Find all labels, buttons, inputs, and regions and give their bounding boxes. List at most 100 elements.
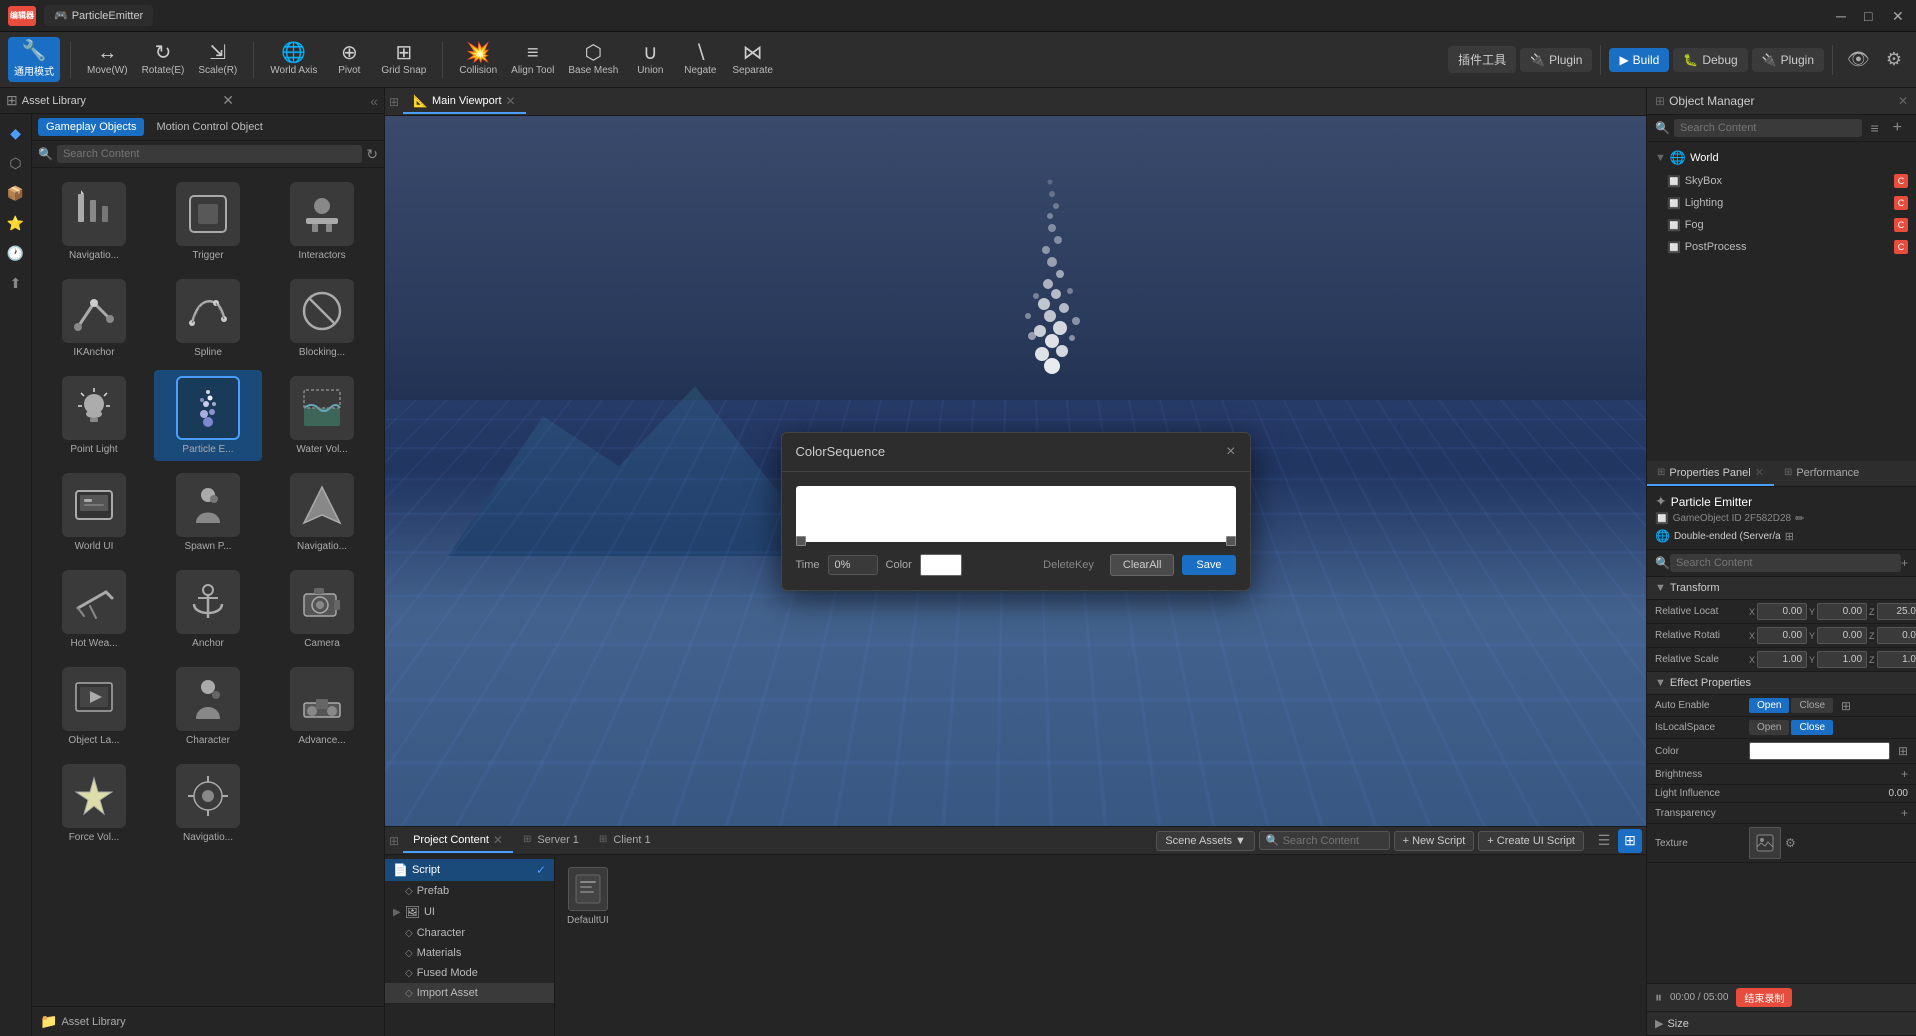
scale-tool[interactable]: ⇲ Scale(R) bbox=[192, 39, 243, 80]
viewport-tab-close[interactable]: ✕ bbox=[506, 94, 516, 108]
tree-character[interactable]: ◇ Character bbox=[385, 923, 554, 943]
world-item-postprocess[interactable]: 🔲 PostProcess C bbox=[1647, 236, 1916, 258]
grid-snap-tool[interactable]: ⊞ Grid Snap bbox=[375, 39, 432, 80]
properties-panel-tab[interactable]: ⊞ Properties Panel ✕ bbox=[1647, 461, 1774, 486]
file-defaultui[interactable]: DefaultUI bbox=[563, 863, 613, 930]
asset-search-input[interactable] bbox=[57, 145, 362, 163]
asset-item-point-light[interactable]: Point Light bbox=[40, 370, 148, 461]
close-btn[interactable]: ✕ bbox=[1892, 8, 1908, 24]
performance-tab[interactable]: ⊞ Performance bbox=[1774, 461, 1869, 486]
color-gradient-bar[interactable] bbox=[796, 486, 1236, 542]
collision-tool[interactable]: 💥 Collision bbox=[453, 39, 503, 80]
settings-btn[interactable]: ⚙ bbox=[1880, 49, 1908, 70]
tree-fused-mode[interactable]: ◇ Fused Mode bbox=[385, 963, 554, 983]
om-search-input[interactable] bbox=[1674, 119, 1863, 137]
clear-all-btn[interactable]: ClearAll bbox=[1110, 554, 1175, 576]
world-axis-tool[interactable]: 🌐 World Axis bbox=[264, 39, 323, 80]
title-tab[interactable]: 🎮 ParticleEmitter bbox=[44, 5, 153, 26]
eye-btn[interactable]: 👁 bbox=[1841, 49, 1876, 70]
add-object-btn[interactable]: + bbox=[1887, 119, 1908, 137]
build-btn[interactable]: ▶ Build bbox=[1609, 48, 1669, 72]
color-prop-swatch[interactable] bbox=[1749, 742, 1890, 760]
asset-item-interactors[interactable]: Interactors bbox=[268, 176, 376, 267]
list-view-btn[interactable]: ☰ bbox=[1592, 829, 1616, 853]
cat-motion-control[interactable]: Motion Control Object bbox=[148, 118, 270, 136]
color-swatch[interactable] bbox=[920, 554, 962, 576]
local-space-open-btn[interactable]: Open bbox=[1749, 720, 1789, 735]
asset-item-object-launcher[interactable]: Object La... bbox=[40, 661, 148, 752]
rl-x-input[interactable] bbox=[1757, 603, 1807, 620]
pivot-tool[interactable]: ⊕ Pivot bbox=[325, 39, 373, 80]
dialog-close-btn[interactable]: × bbox=[1226, 443, 1235, 461]
mode-button[interactable]: 🔧 通用模式 bbox=[8, 37, 60, 82]
maximize-btn[interactable]: □ bbox=[1864, 8, 1880, 24]
world-item-skybox[interactable]: 🔲 SkyBox C bbox=[1647, 170, 1916, 192]
asset-item-character[interactable]: Character bbox=[154, 661, 262, 752]
texture-preview[interactable] bbox=[1749, 827, 1781, 859]
object-manager-close[interactable]: ✕ bbox=[1898, 94, 1908, 108]
color-handle-right[interactable] bbox=[1226, 536, 1236, 546]
tree-ui[interactable]: ▶ 🖼 UI bbox=[385, 901, 554, 923]
transform-header[interactable]: ▼ Transform bbox=[1647, 577, 1916, 600]
asset-item-ikanchor[interactable]: IKAnchor bbox=[40, 273, 148, 364]
pause-btn[interactable]: ⏸ bbox=[1655, 989, 1662, 1006]
color-expand-btn[interactable]: ⊞ bbox=[1898, 744, 1908, 758]
asset-item-blocking[interactable]: Blocking... bbox=[268, 273, 376, 364]
tree-materials[interactable]: ◇ Materials bbox=[385, 943, 554, 963]
server1-tab[interactable]: ⊞ Server 1 bbox=[513, 830, 589, 852]
properties-tab-close[interactable]: ✕ bbox=[1755, 466, 1764, 479]
asset-item-anchor[interactable]: Anchor bbox=[154, 564, 262, 655]
rr-x-input[interactable] bbox=[1757, 627, 1807, 644]
asset-item-spline[interactable]: Spline bbox=[154, 273, 262, 364]
refresh-btn[interactable]: ↻ bbox=[366, 146, 378, 163]
asset-item-navigation[interactable]: Navigatio... bbox=[40, 176, 148, 267]
local-space-close-btn[interactable]: Close bbox=[1791, 720, 1833, 735]
mode-settings-icon[interactable]: ⊞ bbox=[1785, 530, 1794, 543]
asset-library-close[interactable]: ✕ bbox=[222, 92, 234, 109]
project-tab-close[interactable]: ✕ bbox=[493, 833, 503, 847]
nav-clock[interactable]: 🕐 bbox=[3, 240, 29, 266]
collapse-btn[interactable]: « bbox=[370, 93, 378, 109]
asset-item-hot-weapon[interactable]: Hot Wea... bbox=[40, 564, 148, 655]
cat-gameplay-objects[interactable]: Gameplay Objects bbox=[38, 118, 144, 136]
tree-prefab[interactable]: ◇ Prefab bbox=[385, 881, 554, 901]
asset-item-navigation2[interactable]: Navigatio... bbox=[268, 467, 376, 558]
nav-shapes[interactable]: ◆ bbox=[3, 120, 29, 146]
asset-item-advanced[interactable]: Advance... bbox=[268, 661, 376, 752]
brightness-expand-btn[interactable]: + bbox=[1901, 767, 1908, 781]
bottom-search-input[interactable] bbox=[1283, 835, 1383, 847]
separate-tool[interactable]: ⋈ Separate bbox=[726, 39, 779, 80]
asset-item-camera[interactable]: Camera bbox=[268, 564, 376, 655]
asset-item-navigation3[interactable]: Navigatio... bbox=[154, 758, 262, 849]
props-search-input[interactable] bbox=[1670, 554, 1901, 572]
texture-settings-btn[interactable]: ⚙ bbox=[1785, 836, 1796, 850]
asset-item-water-volume[interactable]: Water Vol... bbox=[268, 370, 376, 461]
move-tool[interactable]: ↔ Move(W) bbox=[81, 39, 134, 80]
align-tool[interactable]: ≡ Align Tool bbox=[505, 39, 560, 80]
tree-script[interactable]: 📄 Script ✓ bbox=[385, 859, 554, 881]
debug-btn[interactable]: 🐛 Debug bbox=[1673, 48, 1747, 72]
rs-z-input[interactable] bbox=[1877, 651, 1916, 668]
scene-assets-dropdown[interactable]: Scene Assets ▼ bbox=[1156, 831, 1255, 851]
rl-z-input[interactable] bbox=[1877, 603, 1916, 620]
nav-upload[interactable]: ⬆ bbox=[3, 270, 29, 296]
project-content-tab[interactable]: Project Content ✕ bbox=[403, 829, 513, 853]
asset-item-world-ui[interactable]: World UI bbox=[40, 467, 148, 558]
rs-x-input[interactable] bbox=[1757, 651, 1807, 668]
plugin3-btn[interactable]: 🔌 Plugin bbox=[1752, 48, 1824, 72]
tree-import-asset[interactable]: ◇ Import Asset bbox=[385, 983, 554, 1003]
negate-tool[interactable]: ∖ Negate bbox=[676, 39, 724, 80]
world-item-lighting[interactable]: 🔲 Lighting C bbox=[1647, 192, 1916, 214]
plugin-btn[interactable]: 🔌 Plugin bbox=[1520, 48, 1592, 72]
asset-item-force-volume[interactable]: Force Vol... bbox=[40, 758, 148, 849]
asset-item-spawn-point[interactable]: Spawn P... bbox=[154, 467, 262, 558]
transparency-expand-btn[interactable]: + bbox=[1901, 806, 1908, 820]
minimize-btn[interactable]: ─ bbox=[1836, 8, 1852, 24]
auto-enable-close-btn[interactable]: Close bbox=[1791, 698, 1833, 713]
time-input[interactable] bbox=[828, 555, 878, 575]
world-item-fog[interactable]: 🔲 Fog C bbox=[1647, 214, 1916, 236]
size-section-header[interactable]: ▶ Size bbox=[1647, 1011, 1916, 1036]
viewport-area[interactable]: ColorSequence × Time Color bbox=[385, 116, 1646, 826]
plugin-tools-btn[interactable]: 插件工具 bbox=[1448, 46, 1516, 73]
union-tool[interactable]: ∪ Union bbox=[626, 39, 674, 80]
